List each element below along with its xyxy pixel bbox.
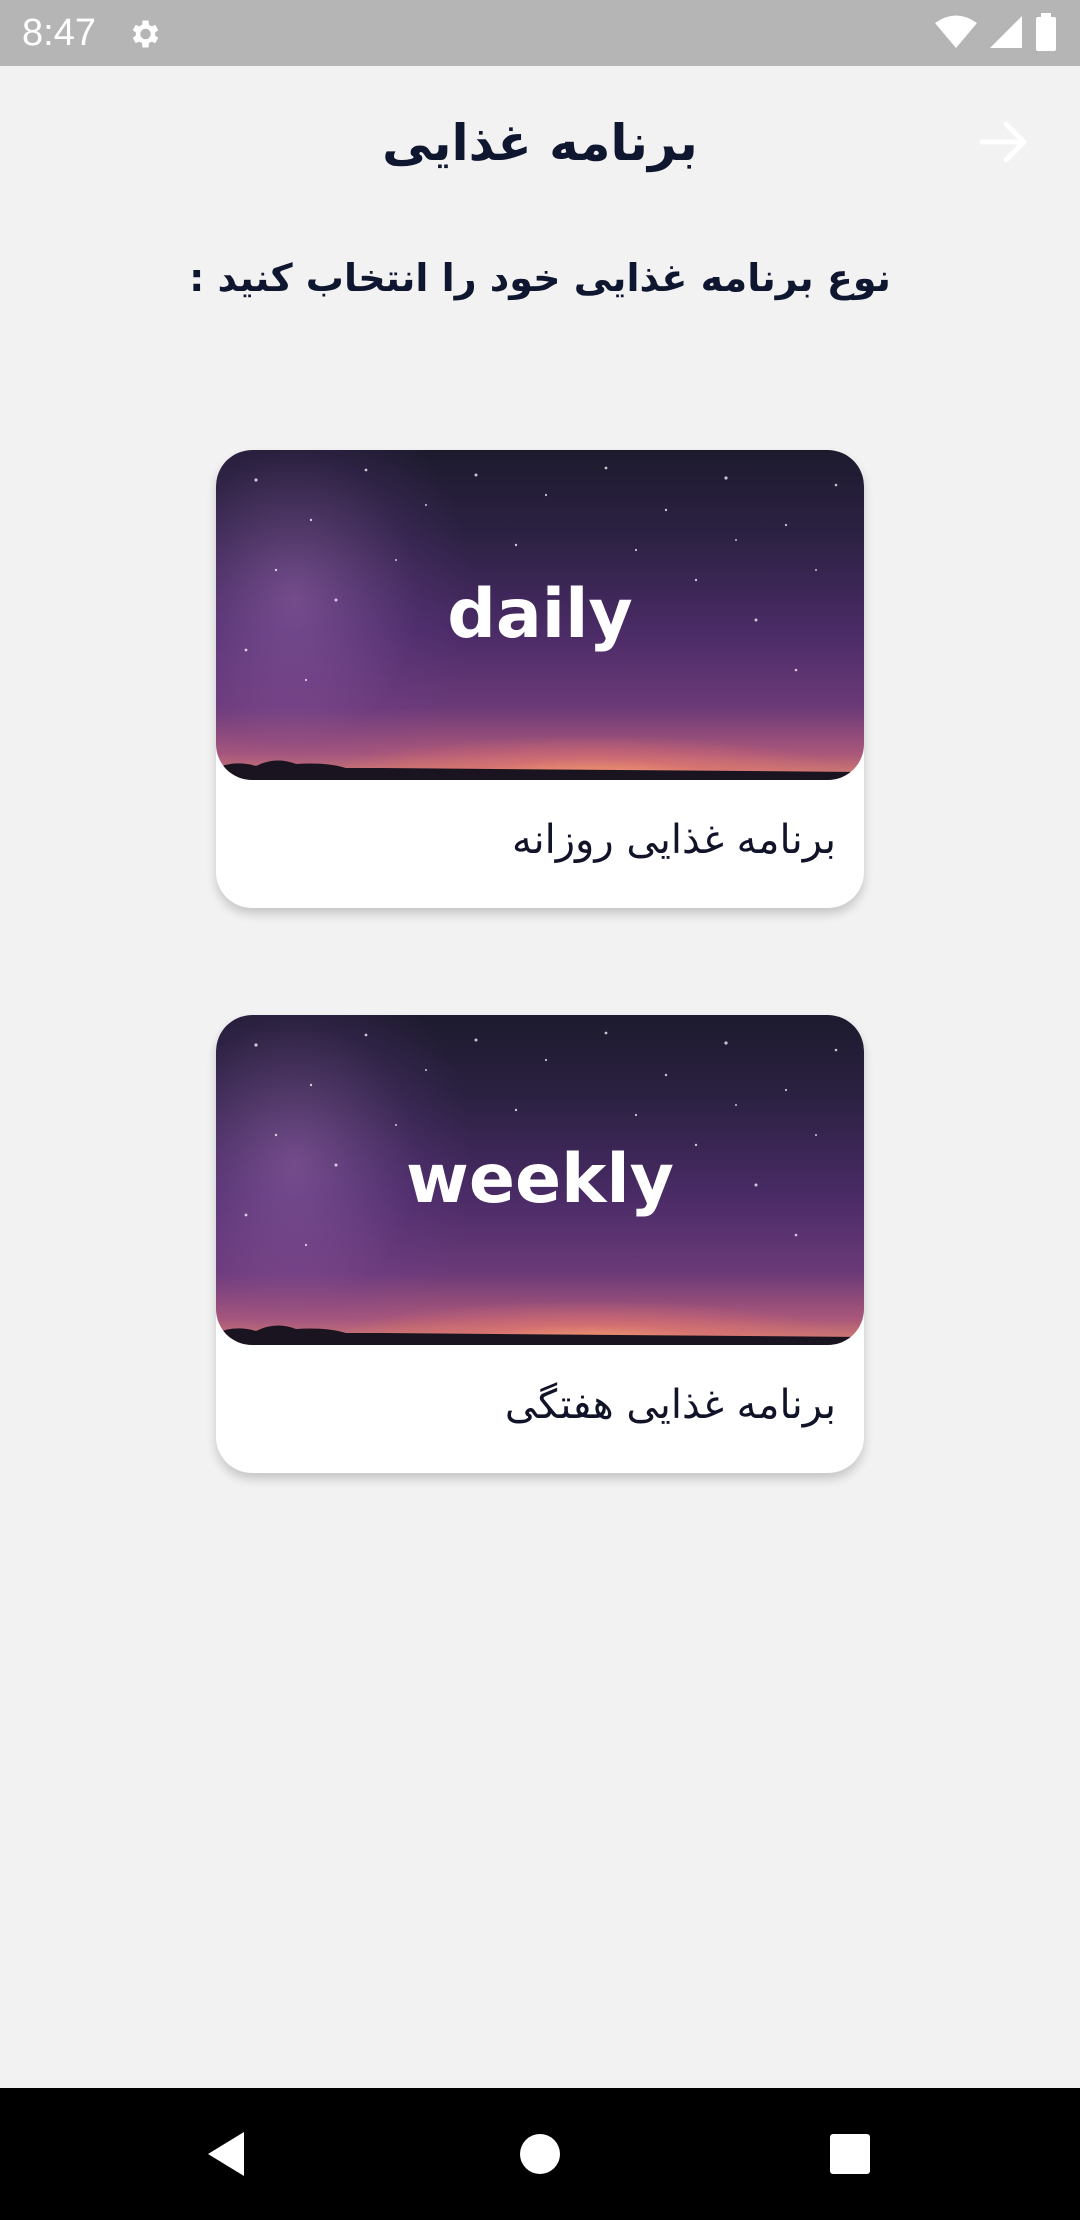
wifi-icon	[934, 14, 978, 54]
card-image: daily	[216, 450, 864, 780]
page-title: برنامه غذایی	[382, 114, 698, 172]
battery-icon	[1034, 13, 1058, 55]
nav-back-button[interactable]	[190, 2118, 262, 2190]
card-caption: برنامه غذایی هفتگی	[504, 1382, 836, 1428]
home-circle-icon	[520, 2134, 560, 2174]
navigation-bar	[0, 2088, 1080, 2220]
status-time: 8:47	[22, 12, 96, 54]
card-caption: برنامه غذایی روزانه	[512, 817, 836, 863]
nav-home-button[interactable]	[504, 2118, 576, 2190]
back-button[interactable]	[976, 114, 1032, 170]
back-triangle-icon	[208, 2132, 244, 2176]
settings-icon	[126, 16, 162, 52]
weekly-plan-card[interactable]: weekly برنامه غذایی هفتگی	[216, 1015, 864, 1473]
subtitle: نوع برنامه غذایی خود را انتخاب کنید :	[189, 256, 891, 300]
card-image-label: weekly	[406, 1140, 674, 1219]
arrow-right-icon	[979, 121, 1027, 163]
daily-plan-card[interactable]: daily برنامه غذایی روزانه	[216, 450, 864, 908]
signal-icon	[988, 14, 1024, 54]
status-bar: 8:47	[0, 0, 1080, 66]
card-image: weekly	[216, 1015, 864, 1345]
card-image-label: daily	[447, 575, 633, 654]
nav-recents-button[interactable]	[814, 2118, 886, 2190]
recents-square-icon	[830, 2134, 870, 2174]
